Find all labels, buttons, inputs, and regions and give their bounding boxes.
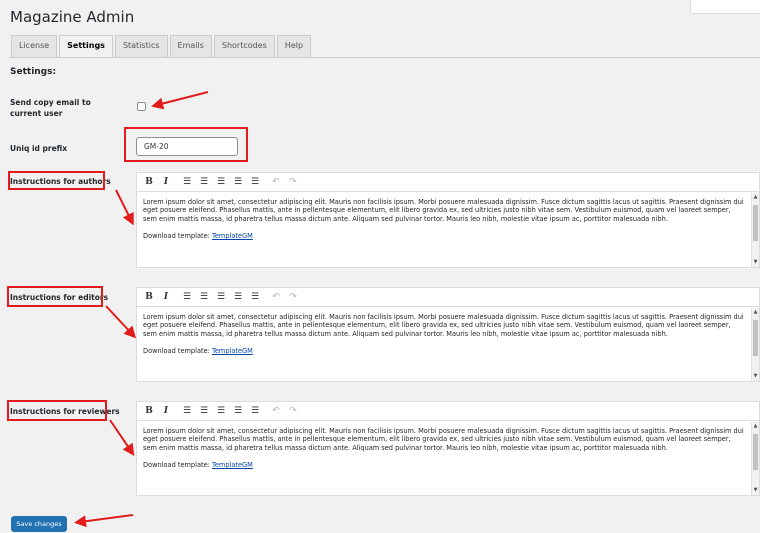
- copy-email-label: Send copy email to current user: [10, 98, 91, 118]
- tab-help[interactable]: Help: [276, 35, 312, 57]
- tab-statistics[interactable]: Statistics: [114, 35, 168, 57]
- section-title: Settings:: [10, 67, 57, 77]
- scroll-up-icon[interactable]: ▲: [752, 309, 759, 316]
- arrow-to-checkbox: [151, 91, 209, 110]
- download-template-link[interactable]: TemplateGM: [212, 461, 253, 469]
- download-label: Download template:: [143, 460, 210, 469]
- redo-icon[interactable]: ↷: [286, 290, 300, 304]
- download-template-link[interactable]: TemplateGM: [212, 232, 253, 240]
- reviewers-instructions-editor: B I ☰ ☰ ☰ ☰ ☰ ↶ ↷ Lorem ipsum dolor sit …: [136, 401, 760, 496]
- editor-scrollbar[interactable]: ▲ ▼: [751, 193, 759, 267]
- reviewers-instructions-label: Instructions for reviewers: [10, 407, 120, 416]
- unordered-list-icon[interactable]: ☰: [180, 404, 194, 418]
- tab-shortcodes[interactable]: Shortcodes: [213, 35, 275, 57]
- editor-scrollbar[interactable]: ▲ ▼: [751, 422, 759, 495]
- scroll-up-icon[interactable]: ▲: [752, 194, 759, 201]
- align-center-icon[interactable]: ☰: [197, 175, 211, 189]
- align-center-icon[interactable]: ☰: [197, 290, 211, 304]
- editor-toolbar: B I ☰ ☰ ☰ ☰ ☰ ↶ ↷: [137, 402, 759, 421]
- arrow-to-reviewers-editor: [109, 419, 135, 456]
- editor-text: Lorem ipsum dolor sit amet, consectetur …: [143, 198, 744, 223]
- undo-icon[interactable]: ↶: [269, 175, 283, 189]
- scroll-down-icon[interactable]: ▼: [752, 373, 759, 380]
- align-left-icon[interactable]: ☰: [214, 175, 228, 189]
- download-label: Download template:: [143, 231, 210, 240]
- align-right-icon[interactable]: ☰: [231, 290, 245, 304]
- arrow-to-editors-editor: [105, 305, 137, 339]
- unordered-list-icon[interactable]: ☰: [180, 290, 194, 304]
- uniq-prefix-label: Uniq id prefix: [10, 144, 68, 153]
- italic-icon[interactable]: I: [159, 404, 173, 418]
- scrollbar-thumb[interactable]: [753, 320, 758, 356]
- uniq-prefix-input[interactable]: [136, 137, 238, 156]
- scrollbar-thumb[interactable]: [753, 205, 758, 241]
- indent-icon[interactable]: ☰: [248, 290, 262, 304]
- authors-instructions-label: Instructions for authors: [10, 177, 111, 186]
- tab-license[interactable]: License: [11, 35, 58, 57]
- editor-content[interactable]: Lorem ipsum dolor sit amet, consectetur …: [137, 193, 751, 267]
- screen-options-panel[interactable]: [690, 0, 760, 14]
- editor-text: Lorem ipsum dolor sit amet, consectetur …: [143, 313, 744, 338]
- arrow-to-authors-editor: [115, 189, 134, 226]
- italic-icon[interactable]: I: [159, 175, 173, 189]
- tab-bar: License Settings Statistics Emails Short…: [11, 35, 312, 58]
- indent-icon[interactable]: ☰: [248, 175, 262, 189]
- editor-content[interactable]: Lorem ipsum dolor sit amet, consectetur …: [137, 308, 751, 381]
- tab-settings[interactable]: Settings: [59, 35, 113, 58]
- bold-icon[interactable]: B: [142, 404, 156, 418]
- download-label: Download template:: [143, 346, 210, 355]
- bold-icon[interactable]: B: [142, 175, 156, 189]
- unordered-list-icon[interactable]: ☰: [180, 175, 194, 189]
- authors-instructions-editor: B I ☰ ☰ ☰ ☰ ☰ ↶ ↷ Lorem ipsum dolor sit …: [136, 172, 760, 268]
- page-title: Magazine Admin: [10, 8, 135, 26]
- redo-icon[interactable]: ↷: [286, 404, 300, 418]
- align-right-icon[interactable]: ☰: [231, 175, 245, 189]
- italic-icon[interactable]: I: [159, 290, 173, 304]
- align-right-icon[interactable]: ☰: [231, 404, 245, 418]
- arrow-to-save-button: [74, 514, 134, 528]
- align-left-icon[interactable]: ☰: [214, 290, 228, 304]
- editor-content[interactable]: Lorem ipsum dolor sit amet, consectetur …: [137, 422, 751, 495]
- align-center-icon[interactable]: ☰: [197, 404, 211, 418]
- undo-icon[interactable]: ↶: [269, 404, 283, 418]
- editor-text: Lorem ipsum dolor sit amet, consectetur …: [143, 427, 744, 452]
- tabs-divider: [9, 57, 760, 58]
- scrollbar-thumb[interactable]: [753, 434, 758, 470]
- editor-scrollbar[interactable]: ▲ ▼: [751, 308, 759, 381]
- download-template-link[interactable]: TemplateGM: [212, 347, 253, 355]
- scroll-down-icon[interactable]: ▼: [752, 259, 759, 266]
- indent-icon[interactable]: ☰: [248, 404, 262, 418]
- bold-icon[interactable]: B: [142, 290, 156, 304]
- save-changes-button[interactable]: Save changes: [11, 516, 67, 532]
- editor-toolbar: B I ☰ ☰ ☰ ☰ ☰ ↶ ↷: [137, 288, 759, 307]
- copy-email-checkbox[interactable]: [137, 102, 146, 111]
- tab-emails[interactable]: Emails: [169, 35, 212, 57]
- undo-icon[interactable]: ↶: [269, 290, 283, 304]
- scroll-up-icon[interactable]: ▲: [752, 423, 759, 430]
- scroll-down-icon[interactable]: ▼: [752, 487, 759, 494]
- editor-toolbar: B I ☰ ☰ ☰ ☰ ☰ ↶ ↷: [137, 173, 759, 192]
- redo-icon[interactable]: ↷: [286, 175, 300, 189]
- editors-instructions-editor: B I ☰ ☰ ☰ ☰ ☰ ↶ ↷ Lorem ipsum dolor sit …: [136, 287, 760, 382]
- editors-instructions-label: Instructions for editors: [10, 293, 109, 302]
- align-left-icon[interactable]: ☰: [214, 404, 228, 418]
